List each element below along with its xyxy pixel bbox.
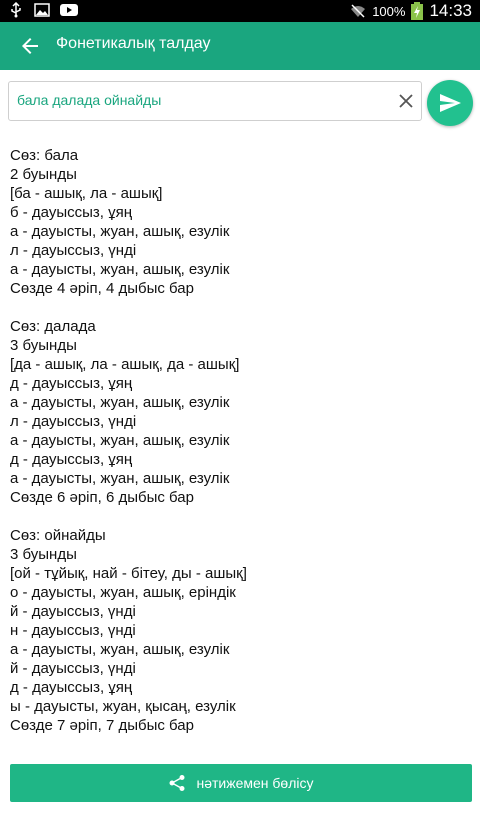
battery-percent: 100% [372, 3, 406, 19]
send-button[interactable] [427, 80, 473, 126]
word-heading: Сөз: ойнайды [10, 527, 106, 544]
usb-icon [11, 2, 21, 18]
analysis-line: й - дауыссыз, үнді [10, 603, 136, 620]
wifi-off-icon [351, 4, 366, 18]
share-icon [169, 775, 185, 791]
word-heading: Сөз: бала [10, 147, 79, 164]
analysis-line: [ба - ашық, ла - ашық] [10, 185, 163, 202]
share-results-button[interactable]: нәтижемен бөлісу [10, 764, 472, 802]
clear-icon[interactable] [397, 92, 415, 110]
analysis-line: ы - дауысты, жуан, қысаң, езулік [10, 698, 236, 715]
back-arrow-icon[interactable] [18, 34, 42, 58]
analysis-line: л - дауыссыз, үнді [10, 413, 137, 430]
analysis-line: Сөзде 6 әріп, 6 дыбыс бар [10, 489, 194, 506]
app-bar: Фонетикалық талдау [0, 22, 480, 70]
analysis-line: л - дауыссыз, үнді [10, 242, 137, 259]
analysis-line: 3 буынды [10, 337, 77, 354]
analysis-line: н - дауыссыз, үнді [10, 622, 136, 639]
share-button-label: нәтижемен бөлісу [196, 775, 314, 791]
analysis-results: Сөз: бала 2 буынды [ба - ашық, ла - ашық] б… [10, 146, 470, 754]
analysis-line: 3 буынды [10, 546, 77, 563]
analysis-line: а - дауысты, жуан, ашық, езулік [10, 394, 230, 411]
analysis-line: 2 буынды [10, 166, 77, 183]
analysis-line: д - дауыссыз, ұяң [10, 375, 133, 392]
search-input[interactable]: бала далада ойнайды [17, 92, 161, 108]
analysis-line: [да - ашық, ла - ашық, да - ашық] [10, 356, 240, 373]
analysis-line: Сөзде 4 әріп, 4 дыбыс бар [10, 280, 194, 297]
analysis-line: д - дауыссыз, ұяң [10, 451, 133, 468]
youtube-icon [60, 4, 78, 16]
image-icon [34, 3, 50, 17]
system-status: 100% 14:33 [350, 1, 472, 21]
page-title: Фонетикалық талдау [56, 35, 211, 52]
analysis-line: а - дауысты, жуан, ашық, езулік [10, 223, 230, 240]
status-bar: 100% 14:33 [0, 0, 480, 22]
word-heading: Сөз: далада [10, 318, 96, 335]
analysis-line: б - дауыссыз, ұяң [10, 204, 133, 221]
analysis-line: а - дауысты, жуан, ашық, езулік [10, 470, 230, 487]
analysis-line: д - дауыссыз, ұяң [10, 679, 133, 696]
word-analysis-block: Сөз: бала 2 буынды [ба - ашық, ла - ашық] б… [10, 146, 470, 298]
word-analysis-block: Сөз: ойнайды 3 буынды [ой - тұйық, най - б… [10, 526, 470, 735]
notification-icons [8, 2, 78, 18]
battery-charging-icon [411, 2, 424, 20]
analysis-line: й - дауыссыз, үнді [10, 660, 136, 677]
analysis-line: а - дауысты, жуан, ашық, езулік [10, 641, 230, 658]
word-analysis-block: Сөз: далада 3 буынды [да - ашық, ла - ашық… [10, 317, 470, 507]
analysis-line: Сөзде 7 әріп, 7 дыбыс бар [10, 717, 194, 734]
send-icon [440, 94, 461, 112]
analysis-line: о - дауысты, жуан, ашық, еріндік [10, 584, 236, 601]
clock: 14:33 [429, 1, 472, 20]
search-field[interactable]: бала далада ойнайды [8, 81, 422, 121]
analysis-line: [ой - тұйық, най - бітеу, ды - ашық] [10, 565, 247, 582]
analysis-line: а - дауысты, жуан, ашық, езулік [10, 432, 230, 449]
analysis-line: а - дауысты, жуан, ашық, езулік [10, 261, 230, 278]
